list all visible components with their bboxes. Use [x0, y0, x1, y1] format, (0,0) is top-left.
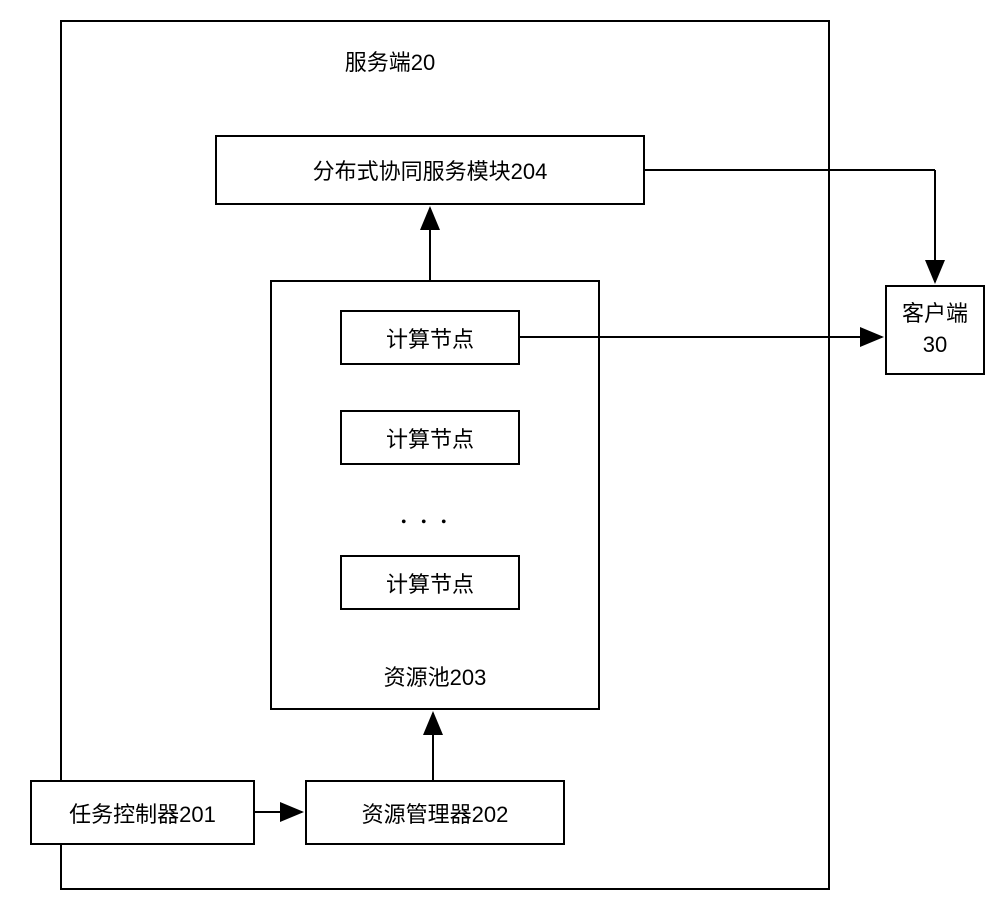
resource-manager-label: 资源管理器202 — [362, 797, 509, 829]
compute-node-3: 计算节点 — [340, 555, 520, 610]
client-box: 客户端 30 — [885, 285, 985, 375]
compute-node-1-label: 计算节点 — [386, 322, 474, 354]
client-number: 30 — [923, 330, 947, 361]
ellipsis: ．．． — [398, 495, 470, 530]
dist-module-label: 分布式协同服务模块204 — [313, 154, 548, 186]
client-label: 客户端 — [902, 299, 968, 330]
compute-node-1: 计算节点 — [340, 310, 520, 365]
resource-manager-box: 资源管理器202 — [305, 780, 565, 845]
resource-pool-label: 资源池203 — [375, 660, 495, 692]
compute-node-3-label: 计算节点 — [386, 567, 474, 599]
server-title: 服务端20 — [290, 45, 490, 77]
compute-node-2-label: 计算节点 — [386, 422, 474, 454]
compute-node-2: 计算节点 — [340, 410, 520, 465]
dist-module-box: 分布式协同服务模块204 — [215, 135, 645, 205]
task-controller-box: 任务控制器201 — [30, 780, 255, 845]
task-controller-label: 任务控制器201 — [69, 797, 216, 829]
